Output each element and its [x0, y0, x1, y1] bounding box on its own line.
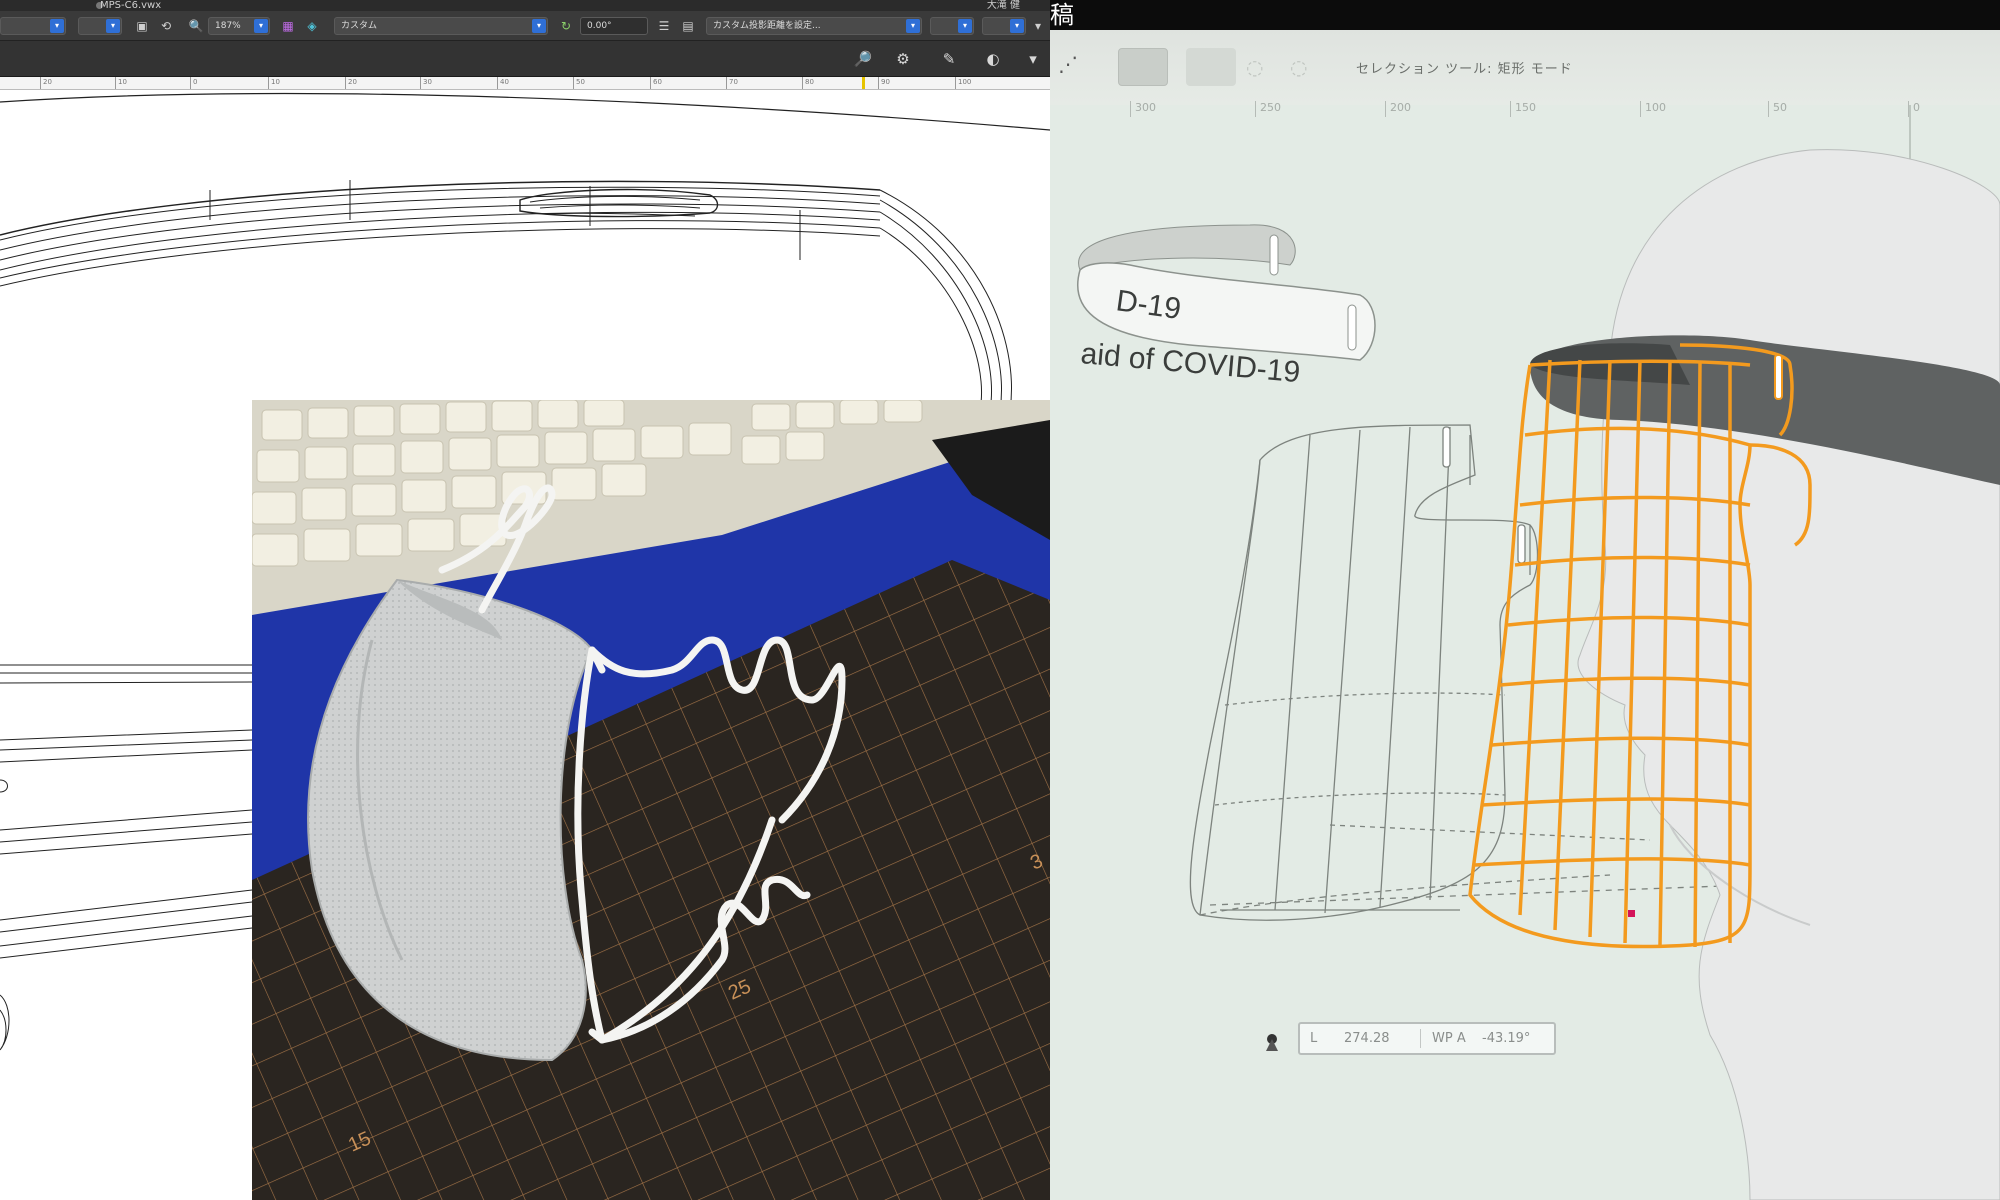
flyover-icon[interactable]: ⟲	[158, 18, 174, 34]
diagonal-tool-icon[interactable]: ⋰	[1058, 52, 1088, 82]
zoom-icon[interactable]: 🔍	[188, 18, 204, 34]
ruler-tick: 10	[268, 77, 280, 89]
ruler-tick: 40	[497, 77, 509, 89]
color-select[interactable]: ▾	[982, 17, 1026, 35]
view-select[interactable]: カスタム ▾	[334, 17, 548, 35]
selection-mode-button[interactable]	[1118, 48, 1168, 86]
chevron-down-icon: ▾	[532, 19, 546, 33]
projection-select[interactable]: カスタム投影距離を設定... ▾	[706, 17, 922, 35]
sheet-icon[interactable]: ▤	[680, 18, 696, 34]
working-plane-icon[interactable]: ◈	[304, 18, 320, 34]
chevron-down-icon: ▾	[50, 19, 64, 33]
chevron-down-icon: ▾	[254, 19, 268, 33]
ruler-tick: 0	[190, 77, 197, 89]
projection-select-value: カスタム投影距離を設定...	[713, 21, 821, 31]
headband-strip: D-19 aid of COVID-19	[1076, 224, 1376, 389]
ruler-tick: 20	[345, 77, 357, 89]
ruler-tick: 10	[115, 77, 127, 89]
angle-label: WP A	[1432, 1031, 1466, 1046]
ruler-tick: 50	[573, 77, 585, 89]
rotate-plan-icon[interactable]: ↻	[558, 18, 574, 34]
render-mode-select[interactable]: ▾	[930, 17, 974, 35]
viewer-header-bar: 稿	[1050, 0, 2000, 30]
3d-modeling-viewer: 稿 ⋰ ◌ ◌ セレクション ツール: 矩形 モード 300 250 200 1…	[1050, 0, 2000, 1200]
ruler-tick: 90	[878, 77, 890, 89]
readout-divider	[1420, 1029, 1421, 1048]
chevron-down-icon: ▾	[906, 19, 920, 33]
chevron-down-icon: ▾	[958, 19, 972, 33]
ruler-tick: 80	[802, 77, 814, 89]
viewer-tool-bar: ⋰ ◌ ◌ セレクション ツール: 矩形 モード	[1050, 30, 2000, 105]
cad-user-name: 大滝 健	[986, 0, 1020, 11]
ruler-tick: 30	[420, 77, 432, 89]
screen-collage: MPS-C6.vwx 大滝 健 ▾ ▾ ▣ ⟲ 🔍 187% ▾ ▦ ◈ カスタム…	[0, 0, 2000, 1200]
more-chevron-icon[interactable]: ▾	[1030, 18, 1046, 34]
object-info-icon[interactable]: ◐	[980, 50, 1006, 68]
mask-photo: 15 25 3	[252, 400, 1050, 1200]
cad-tool-bar: 🔎 ⚙ ✎ ◐ ▾	[0, 41, 1050, 77]
cursor-position-marker	[862, 77, 865, 89]
zoom-select[interactable]: 187% ▾	[208, 17, 270, 35]
ruler-tick: 60	[650, 77, 662, 89]
layers-icon[interactable]: ☰	[656, 18, 672, 34]
gear-icon[interactable]: ⚙	[890, 50, 916, 68]
rotation-angle-value: 0.00°	[587, 21, 612, 31]
class-select[interactable]: ▾	[78, 17, 122, 35]
dimension-readout: L 274.28 WP A -43.19°	[1298, 1022, 1556, 1055]
cad-file-name: MPS-C6.vwx	[100, 0, 162, 11]
chevron-down-icon: ▾	[1010, 19, 1024, 33]
length-value: 274.28	[1344, 1031, 1390, 1046]
chevron-down-icon: ▾	[106, 19, 120, 33]
standard-view-icon[interactable]: ▣	[134, 18, 150, 34]
ruler-tick: 20	[40, 77, 52, 89]
cad-view-bar: ▾ ▾ ▣ ⟲ 🔍 187% ▾ ▦ ◈ カスタム ▾ ↻ 0.00° ☰ ▤ カス…	[0, 11, 1050, 41]
header-glyph: 稿	[1050, 1, 1074, 29]
horizontal-ruler: 20 10 0 10 20 30 40 50 60 70 80 90 100	[0, 77, 1050, 90]
search-icon[interactable]: 🔎	[850, 50, 876, 68]
ruler-tick: 70	[726, 77, 738, 89]
zoom-value: 187%	[215, 21, 241, 31]
head-model	[1577, 149, 2000, 1200]
grid-icon[interactable]: ▦	[280, 18, 296, 34]
rotation-angle-field[interactable]: 0.00°	[580, 17, 648, 35]
angle-value: -43.19°	[1482, 1031, 1531, 1046]
length-label: L	[1310, 1031, 1318, 1046]
snap-icon[interactable]: ✎	[936, 50, 962, 68]
cad-title-bar: MPS-C6.vwx 大滝 健	[0, 0, 1050, 11]
lasso-icon[interactable]: ◌	[1246, 48, 1276, 86]
tool-status-text: セレクション ツール: 矩形 モード	[1356, 62, 1573, 77]
ruler-tick: 100	[955, 77, 971, 89]
lasso-alt-icon[interactable]: ◌	[1290, 48, 1320, 86]
rectangle-mode-button[interactable]	[1186, 48, 1236, 86]
layer-select[interactable]: ▾	[0, 17, 66, 35]
more-chevron-icon[interactable]: ▾	[1020, 50, 1046, 68]
view-select-value: カスタム	[341, 21, 378, 31]
